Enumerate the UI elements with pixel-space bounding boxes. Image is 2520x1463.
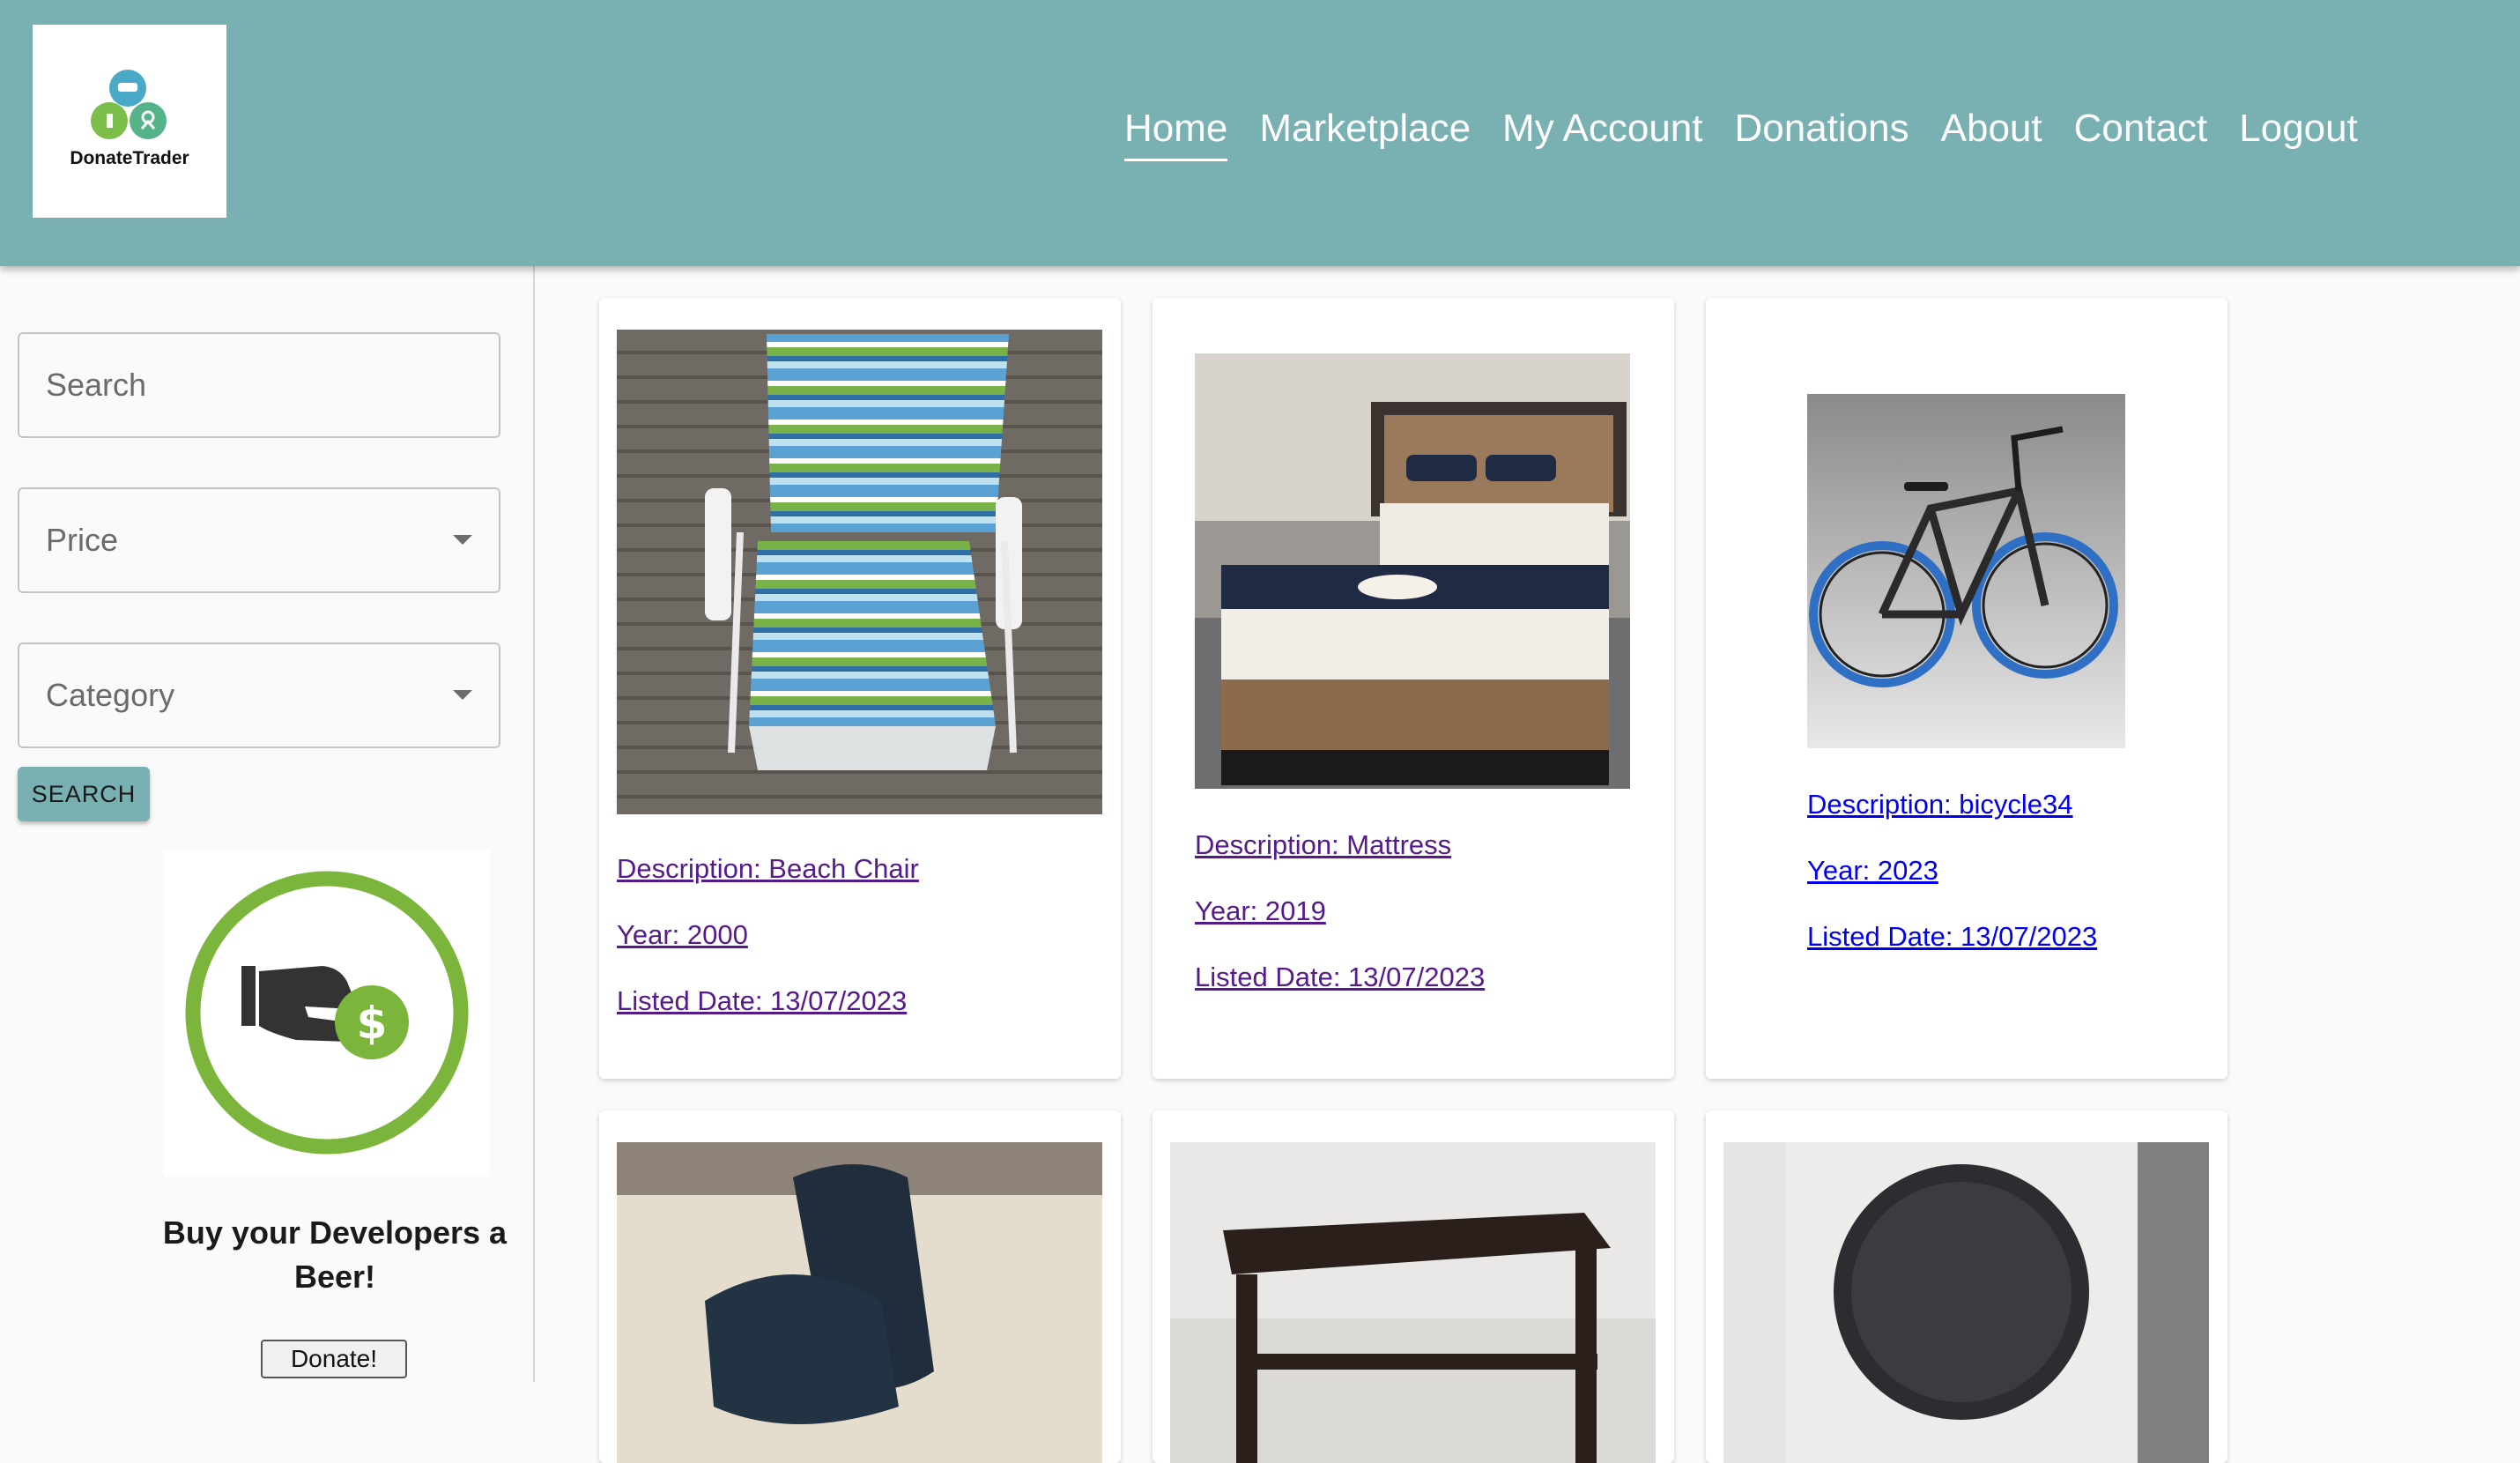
listing-card[interactable]: Description: bicycle34 Year: 2023 Listed…: [1706, 298, 2227, 1079]
nav-donations[interactable]: Donations: [1734, 104, 1909, 159]
top-header: DonateTrader Home Marketplace My Account…: [0, 0, 2520, 266]
beach-chair-photo: [617, 330, 1102, 814]
shoes-photo: [617, 1142, 1102, 1463]
logo-text: DonateTrader: [70, 148, 189, 168]
donatetrader-logo[interactable]: DonateTrader: [33, 25, 226, 218]
logo-icon: [91, 70, 167, 139]
search-placeholder: Search: [46, 367, 147, 403]
listing-description[interactable]: Description: Beach Chair: [617, 853, 919, 885]
nav-marketplace[interactable]: Marketplace: [1259, 104, 1471, 159]
donate-money-icon: $: [164, 850, 490, 1176]
nav-about[interactable]: About: [1941, 104, 2042, 159]
category-label: Category: [46, 677, 175, 713]
chevron-down-icon: [453, 535, 472, 545]
listing-year[interactable]: Year: 2023: [1807, 855, 1938, 887]
nav-home[interactable]: Home: [1124, 104, 1228, 161]
search-input[interactable]: Search: [18, 332, 500, 438]
listing-date[interactable]: Listed Date: 13/07/2023: [1807, 921, 2097, 953]
main-nav: Home Marketplace My Account Donations Ab…: [1124, 104, 2358, 161]
listing-date[interactable]: Listed Date: 13/07/2023: [617, 985, 907, 1017]
chevron-down-icon: [453, 690, 472, 700]
bicycle-photo: [1807, 394, 2125, 748]
mattress-photo: [1195, 353, 1630, 789]
price-select[interactable]: Price: [18, 487, 500, 593]
search-button[interactable]: SEARCH: [18, 767, 150, 821]
listing-card[interactable]: Description: Mattress Year: 2019 Listed …: [1153, 298, 1674, 1079]
listing-date[interactable]: Listed Date: 13/07/2023: [1195, 962, 1485, 993]
filter-sidebar: Search Price Category SEARCH $ Buy your …: [0, 266, 535, 1382]
listing-year[interactable]: Year: 2019: [1195, 895, 1326, 927]
svg-text:$: $: [357, 998, 388, 1049]
nav-my-account[interactable]: My Account: [1502, 104, 1702, 159]
donate-button[interactable]: Donate!: [261, 1340, 407, 1378]
category-select[interactable]: Category: [18, 642, 500, 748]
nav-logout[interactable]: Logout: [2239, 104, 2358, 159]
listing-description[interactable]: Description: bicycle34: [1807, 789, 2073, 821]
listing-card[interactable]: Description: Beach Chair Year: 2000 List…: [599, 298, 1121, 1079]
listing-description[interactable]: Description: Mattress: [1195, 829, 1451, 861]
side-table-photo: [1170, 1142, 1656, 1463]
price-label: Price: [46, 522, 119, 558]
donate-message: Buy your Developers a Beer!: [162, 1214, 508, 1295]
washing-machine-photo: [1723, 1142, 2209, 1463]
listing-card[interactable]: [1706, 1110, 2227, 1463]
listing-card[interactable]: [599, 1110, 1121, 1463]
nav-contact[interactable]: Contact: [2074, 104, 2208, 159]
listing-card[interactable]: [1153, 1110, 1674, 1463]
listing-year[interactable]: Year: 2000: [617, 919, 748, 951]
